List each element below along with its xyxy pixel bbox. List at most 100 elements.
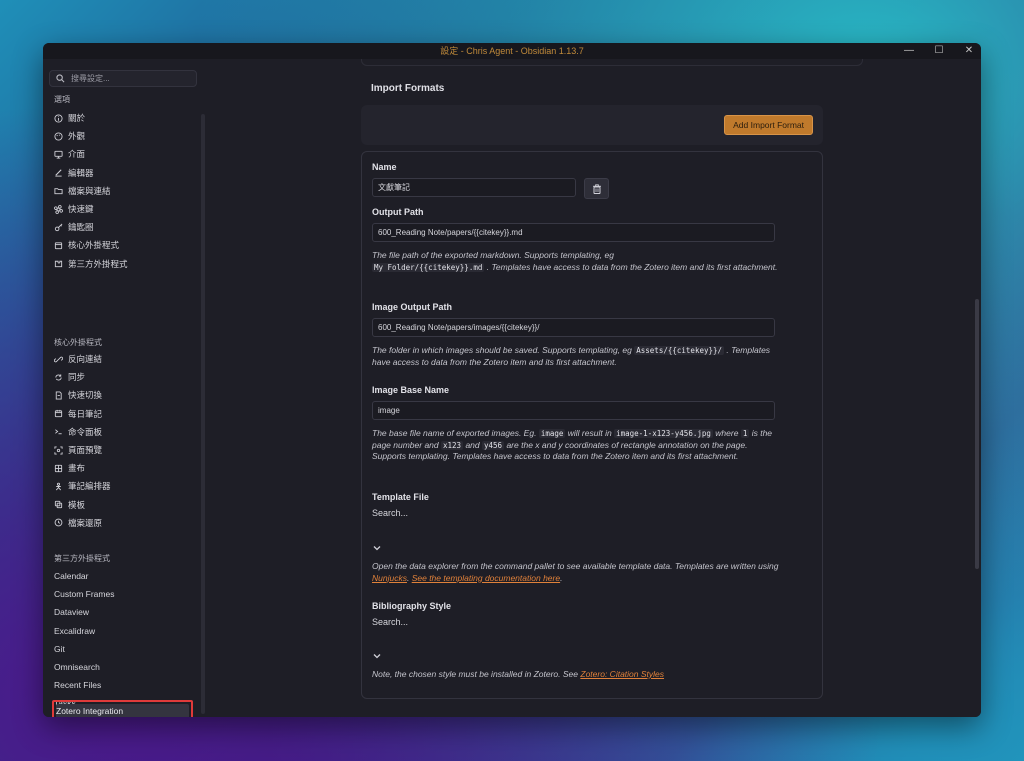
- desc-code: image: [538, 429, 566, 438]
- sidebar-item-label: 畫布: [68, 463, 86, 474]
- sidebar-item-third-party-6[interactable]: Recent Files: [54, 676, 114, 694]
- minimize-button[interactable]: —: [903, 43, 915, 59]
- sidebar-item-option-0[interactable]: 關於: [54, 109, 128, 127]
- sidebar-item-label: 快速切換: [68, 390, 103, 401]
- sidebar-item-option-4[interactable]: 檔案與連結: [54, 182, 128, 200]
- image-output-path-label: Image Output Path: [372, 302, 453, 312]
- sidebar-item-zotero-integration[interactable]: Zotero Integration: [52, 700, 193, 717]
- search-icon: [56, 74, 65, 83]
- preview-frame-icon: [54, 445, 63, 455]
- sidebar-item-label: 核心外掛程式: [68, 240, 120, 251]
- sidebar-item-third-party-0[interactable]: Calendar: [54, 567, 114, 585]
- output-path-label: Output Path: [372, 207, 424, 217]
- delete-format-button[interactable]: [584, 178, 609, 199]
- core-plugins-list: 反向連結同步快速切換每日筆記 命令面板頁面預覽畫布筆記編排器 模板檔案還原: [54, 350, 111, 532]
- chevron-down-icon[interactable]: [372, 651, 382, 661]
- image-base-description: The base file name of exported images. E…: [372, 428, 782, 463]
- core-plugins-heading: 核心外掛程式: [54, 338, 102, 347]
- bibliography-style-label: Bibliography Style: [372, 601, 452, 611]
- sidebar-item-core-4[interactable]: 命令面板: [54, 423, 111, 441]
- chevron-down-icon[interactable]: [372, 543, 382, 553]
- monitor-icon: [54, 150, 63, 159]
- desc-code: My Folder/{{citekey}}.md: [372, 262, 485, 272]
- sidebar-item-third-party-4[interactable]: Git: [54, 640, 114, 658]
- sidebar-item-third-party-2[interactable]: Dataview: [54, 603, 114, 621]
- options-list: 關於外觀介面編輯器檔案與連結快速鍵鑰匙圈核心外掛程式第三方外掛程式: [54, 109, 128, 273]
- sidebar-item-label: Zotero Integration: [56, 706, 124, 716]
- sidebar-item-label: 反向連結: [68, 354, 103, 365]
- obsidian-settings-window: 設定 - Chris Agent - Obsidian 1.13.7 — ☐ ✕…: [43, 43, 981, 717]
- image-base-name-field[interactable]: [372, 401, 775, 420]
- name-label: Name: [372, 162, 397, 172]
- sidebar-item-option-1[interactable]: 外觀: [54, 127, 128, 145]
- desc-text: and: [465, 439, 480, 450]
- desc-text: . Templates have access to data from the…: [486, 261, 778, 272]
- settings-content: Import Formats Add Import Format Name Ou…: [208, 59, 981, 717]
- window-controls: — ☐ ✕: [903, 43, 975, 59]
- desc-text: Open the data explorer from the command …: [372, 561, 779, 571]
- image-base-name-label: Image Base Name: [372, 385, 450, 395]
- import-format-card: Name Output Path The file path of the ex…: [361, 151, 823, 699]
- sidebar-item-core-8[interactable]: 模板: [54, 496, 111, 514]
- sidebar-item-third-party-3[interactable]: Excalidraw: [54, 622, 114, 640]
- backlink-icon: [54, 356, 63, 362]
- sidebar-item-core-7[interactable]: 筆記編排器: [54, 477, 111, 495]
- sync-icon: [55, 374, 62, 381]
- desc-text: The file path of the exported markdown. …: [372, 250, 614, 260]
- desc-code: image-1-x123-y456.jpg: [614, 429, 713, 438]
- sidebar-item-label: 鑰匙圈: [68, 222, 94, 233]
- pen-icon: [55, 169, 62, 177]
- desc-text: will result in: [567, 428, 612, 438]
- sidebar-item-core-2[interactable]: 快速切換: [54, 386, 111, 404]
- import-formats-title: Import Formats: [371, 83, 445, 94]
- calendar-icon: [54, 410, 63, 418]
- desc-text: Note, the chosen style must be installed…: [372, 669, 579, 679]
- sidebar-scrollbar[interactable]: [201, 114, 205, 714]
- content-scrollbar[interactable]: [975, 299, 979, 569]
- previous-card-edge: [361, 59, 863, 66]
- terminal-icon: [55, 429, 62, 435]
- image-output-path-field[interactable]: [372, 318, 775, 337]
- sidebar-item-option-7[interactable]: 核心外掛程式: [54, 236, 128, 254]
- file-switch-icon: [55, 391, 62, 400]
- nunjucks-link[interactable]: Nunjucks: [372, 573, 407, 583]
- palette-icon: [54, 132, 63, 141]
- sidebar-item-core-3[interactable]: 每日筆記: [54, 405, 111, 423]
- settings-search[interactable]: [49, 70, 197, 87]
- sidebar-item-label: 檔案與連結: [68, 185, 111, 196]
- sidebar-item-core-6[interactable]: 畫布: [54, 459, 111, 477]
- close-button[interactable]: ✕: [963, 43, 975, 59]
- desc-text: The folder in which images should be sav…: [372, 345, 632, 355]
- composer-icon: [55, 482, 62, 491]
- template-file-search[interactable]: Search...: [372, 508, 408, 518]
- puzzle-icon: [54, 260, 63, 268]
- sidebar-item-core-1[interactable]: 同步: [54, 368, 111, 386]
- sidebar-item-core-5[interactable]: 頁面預覽: [54, 441, 111, 459]
- sidebar-item-label: 頁面預覽: [68, 445, 103, 456]
- options-heading: 選項: [54, 95, 70, 104]
- maximize-button[interactable]: ☐: [933, 43, 945, 59]
- citation-styles-link[interactable]: Zotero: Citation Styles: [580, 669, 664, 679]
- desc-code: x123: [441, 440, 464, 450]
- sidebar-item-core-0[interactable]: 反向連結: [54, 350, 111, 368]
- plugin-box-icon: [54, 242, 63, 250]
- templating-docs-link[interactable]: See the templating documentation here: [412, 573, 560, 583]
- sidebar-item-option-5[interactable]: 快速鍵: [54, 200, 128, 218]
- output-path-field[interactable]: [372, 223, 775, 242]
- sidebar-item-option-2[interactable]: 介面: [54, 145, 128, 163]
- name-field[interactable]: [372, 178, 576, 197]
- sidebar-item-label: 關於: [68, 113, 86, 124]
- bibliography-style-search[interactable]: Search...: [372, 617, 408, 627]
- sidebar-item-third-party-1[interactable]: Custom Frames: [54, 585, 114, 603]
- sidebar-item-label: 介面: [68, 149, 86, 160]
- sidebar-item-option-3[interactable]: 編輯器: [54, 164, 128, 182]
- template-description: Open the data explorer from the command …: [372, 561, 779, 583]
- sidebar-item-option-8[interactable]: 第三方外掛程式: [54, 255, 128, 273]
- sidebar-item-label: 檔案還原: [68, 517, 103, 528]
- desc-code: Assets/{{citekey}}/: [634, 346, 725, 355]
- sidebar-item-option-6[interactable]: 鑰匙圈: [54, 218, 128, 236]
- add-import-format-button[interactable]: Add Import Format: [724, 115, 813, 135]
- sidebar-item-third-party-5[interactable]: Omnisearch: [54, 658, 114, 676]
- sidebar-item-core-9[interactable]: 檔案還原: [54, 514, 111, 532]
- settings-search-input[interactable]: [69, 73, 183, 84]
